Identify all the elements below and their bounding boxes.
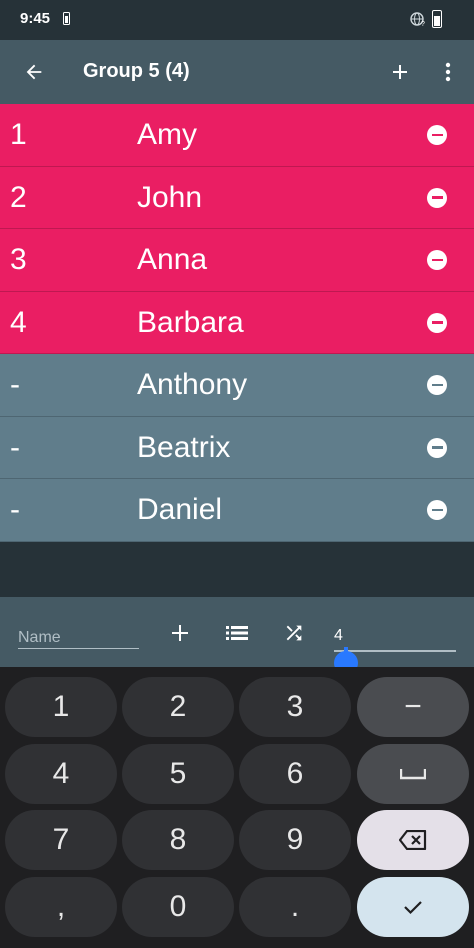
item-name: Anthony <box>137 368 248 401</box>
page-title: Group 5 (4) <box>83 60 190 82</box>
status-bar: 9:45 ? <box>0 0 474 40</box>
key-comma[interactable]: , <box>5 877 117 937</box>
remove-circle-icon[interactable] <box>427 437 447 458</box>
key-6[interactable]: 6 <box>239 744 351 804</box>
app-bar: Group 5 (4) <box>0 40 474 104</box>
input-bar: 4 <box>0 597 474 675</box>
battery-icon <box>432 10 442 28</box>
key-8[interactable]: 8 <box>122 810 234 870</box>
globe-icon: ? <box>410 12 425 27</box>
item-number: - <box>10 493 20 526</box>
more-vert-icon <box>445 62 451 82</box>
plus-icon <box>393 65 407 79</box>
item-name: Beatrix <box>137 430 231 464</box>
item-number: - <box>10 368 20 401</box>
item-name: Anna <box>137 243 208 276</box>
item-number: 4 <box>10 305 27 339</box>
name-list: 1 Amy 2 John 3 Anna 4 Barbara - Anthony … <box>0 104 474 542</box>
key-period[interactable]: . <box>239 877 351 937</box>
key-9[interactable]: 9 <box>239 810 351 870</box>
key-done[interactable] <box>357 877 469 937</box>
key-3[interactable]: 3 <box>239 677 351 737</box>
list-item[interactable]: - Beatrix <box>0 416 474 479</box>
item-number: 1 <box>10 118 27 151</box>
key-0[interactable]: 0 <box>122 877 234 937</box>
item-number: 3 <box>10 243 27 276</box>
key-space[interactable] <box>357 744 469 804</box>
list-item[interactable]: 4 Barbara <box>0 291 474 354</box>
list-item[interactable]: 2 John <box>0 166 474 229</box>
item-name: John <box>137 180 203 214</box>
item-number: 2 <box>10 180 27 214</box>
item-name: Barbara <box>137 305 244 339</box>
space-bar-icon <box>400 769 426 780</box>
list-view-button[interactable] <box>223 619 251 647</box>
list-item[interactable]: - Anthony <box>0 354 474 417</box>
remove-circle-icon[interactable] <box>427 500 447 520</box>
key-backspace[interactable] <box>357 810 469 870</box>
remove-circle-icon[interactable] <box>427 312 447 333</box>
svg-text:?: ? <box>421 21 425 27</box>
name-input[interactable] <box>18 623 139 649</box>
key-4[interactable]: 4 <box>5 744 117 804</box>
add-name-button[interactable] <box>166 619 194 647</box>
remove-circle-icon[interactable] <box>427 125 447 145</box>
add-button[interactable] <box>382 52 418 92</box>
key-minus[interactable]: − <box>357 677 469 737</box>
backspace-icon <box>399 830 427 850</box>
group-size-value: 4 <box>334 627 343 644</box>
remove-circle-icon[interactable] <box>427 375 447 395</box>
key-1[interactable]: 1 <box>5 677 117 737</box>
check-icon <box>404 901 422 915</box>
list-item[interactable]: 1 Amy <box>0 104 474 167</box>
list-item[interactable]: 3 Anna <box>0 229 474 292</box>
back-button[interactable] <box>14 52 54 92</box>
arrow-back-icon <box>26 64 42 80</box>
key-2[interactable]: 2 <box>122 677 234 737</box>
list-icon <box>226 626 248 640</box>
plus-icon <box>172 625 188 641</box>
status-time: 9:45 <box>20 10 51 27</box>
item-name: Daniel <box>137 493 223 526</box>
key-7[interactable]: 7 <box>5 810 117 870</box>
key-5[interactable]: 5 <box>122 744 234 804</box>
shuffle-icon <box>286 625 302 641</box>
list-item[interactable]: - Daniel <box>0 479 474 542</box>
numeric-keyboard: 1 2 3 − 4 5 6 7 8 9 , 0 . <box>0 667 474 948</box>
remove-circle-icon[interactable] <box>427 250 447 270</box>
item-name: Amy <box>137 118 197 151</box>
group-size-slider[interactable] <box>334 650 456 652</box>
item-number: - <box>10 430 20 464</box>
shuffle-button[interactable] <box>280 619 308 647</box>
remove-circle-icon[interactable] <box>427 187 447 208</box>
battery-saver-icon <box>63 12 70 25</box>
overflow-menu-button[interactable] <box>432 52 464 92</box>
